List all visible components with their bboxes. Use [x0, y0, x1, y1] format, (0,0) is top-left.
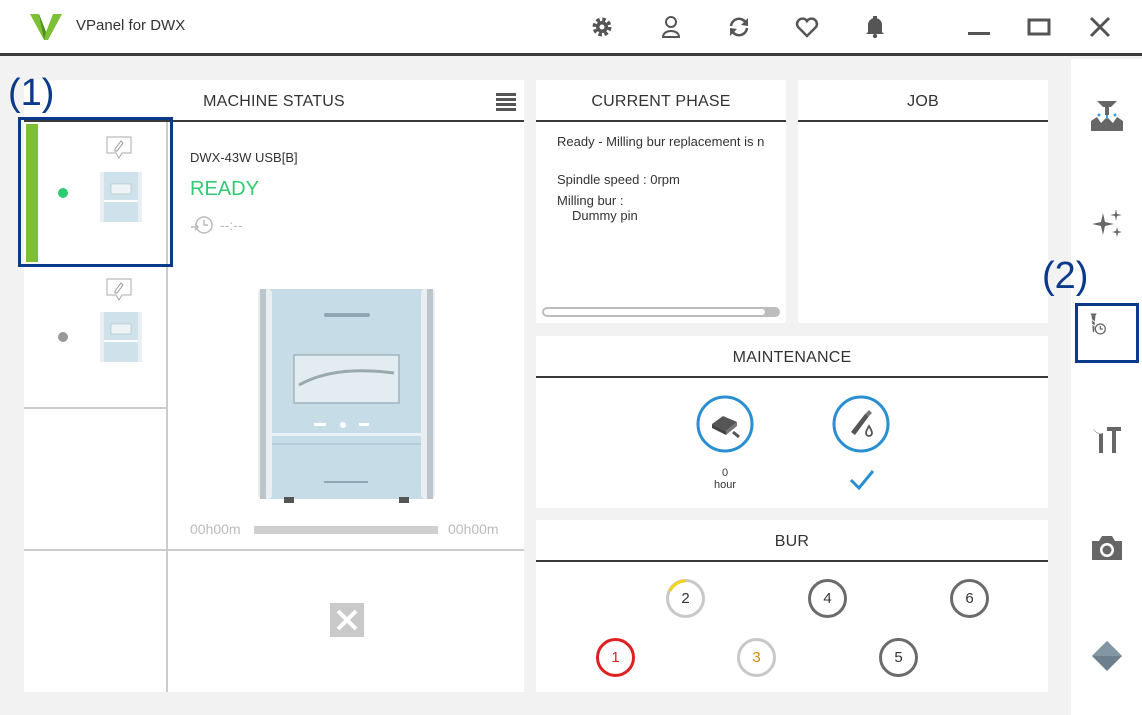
maintenance-hours: 0 hour	[695, 467, 755, 491]
status-dot-offline	[58, 332, 68, 342]
milling-icon[interactable]	[1089, 97, 1125, 133]
diamond-icon[interactable]	[1089, 637, 1125, 673]
bur-slot-3[interactable]: 3	[737, 638, 776, 677]
maintenance-panel: MAINTENANCE 0 hour	[536, 336, 1048, 508]
sparkle-cleaning-icon[interactable]	[1089, 205, 1125, 241]
bur-slot-5[interactable]: 5	[879, 638, 918, 677]
remaining-time: --:--	[220, 217, 243, 233]
job-panel: JOB	[798, 80, 1048, 323]
annotation-2: (2)	[1042, 255, 1089, 297]
favorite-heart-icon[interactable]	[794, 14, 820, 40]
minimize-icon[interactable]	[966, 14, 992, 40]
annotation-1: (1)	[8, 72, 55, 114]
hours-unit: hour	[713, 479, 737, 491]
machine-status-title: MACHINE STATUS	[24, 80, 524, 122]
user-icon[interactable]	[658, 14, 684, 40]
progress-start-time: 00h00m	[190, 521, 241, 537]
bur-slot-1[interactable]: 1	[596, 638, 635, 677]
tools-icon[interactable]	[1089, 421, 1125, 457]
cancel-job-icon[interactable]	[330, 603, 364, 637]
machine-image	[254, 285, 439, 505]
hours-value: 0	[721, 467, 729, 479]
machine-name: DWX-43W USB[B]	[190, 150, 298, 165]
right-sidebar	[1071, 59, 1142, 715]
current-phase-panel: CURRENT PHASE Ready - Milling bur replac…	[536, 80, 786, 323]
edit-note-icon[interactable]	[106, 278, 132, 302]
app-logo-icon	[30, 14, 62, 40]
maximize-icon[interactable]	[1026, 14, 1052, 40]
bur-title: BUR	[536, 520, 1048, 562]
selection-frame	[18, 117, 173, 267]
phase-message: Ready - Milling bur replacement is n	[557, 134, 765, 149]
app-title: VPanel for DWX	[76, 17, 186, 34]
bur-panel: BUR 1 2 3 4 5 6	[536, 520, 1048, 692]
spindle-speed: Spindle speed : 0rpm	[557, 172, 680, 187]
machine-status-panel: MACHINE STATUS DWX-43W USB[B] READY --:-…	[18, 80, 524, 692]
bur-slot-2[interactable]: 2	[666, 579, 705, 618]
job-title: JOB	[798, 80, 1048, 122]
refresh-icon[interactable]	[726, 14, 752, 40]
check-icon	[848, 468, 876, 492]
camera-icon[interactable]	[1089, 529, 1125, 565]
machine-status-text: READY	[190, 178, 259, 200]
settings-gear-icon[interactable]	[589, 14, 615, 40]
list-menu-icon[interactable]	[496, 92, 516, 112]
phase-scrollbar[interactable]	[542, 307, 780, 317]
milling-bur-value: Dummy pin	[572, 208, 638, 223]
machine-card-2[interactable]	[24, 266, 168, 406]
machine-progress-bar	[254, 526, 438, 534]
bur-time-button[interactable]	[1075, 303, 1139, 363]
progress-end-time: 00h00m	[448, 521, 499, 537]
milling-bur-label: Milling bur :	[557, 193, 624, 208]
bur-slot-4[interactable]: 4	[808, 579, 847, 618]
phase-scrollbar-thumb[interactable]	[544, 309, 765, 315]
close-icon[interactable]	[1087, 14, 1113, 40]
maintenance-cleaning-button[interactable]	[695, 394, 755, 454]
notification-bell-icon[interactable]	[862, 14, 888, 40]
current-phase-title: CURRENT PHASE	[536, 80, 786, 122]
maintenance-oil-button[interactable]	[831, 394, 891, 454]
bur-slot-6[interactable]: 6	[950, 579, 989, 618]
clock-timer-icon	[190, 214, 214, 236]
machine-thumbnail	[99, 310, 143, 364]
maintenance-title: MAINTENANCE	[536, 336, 1048, 378]
title-bar: VPanel for DWX	[0, 0, 1142, 56]
